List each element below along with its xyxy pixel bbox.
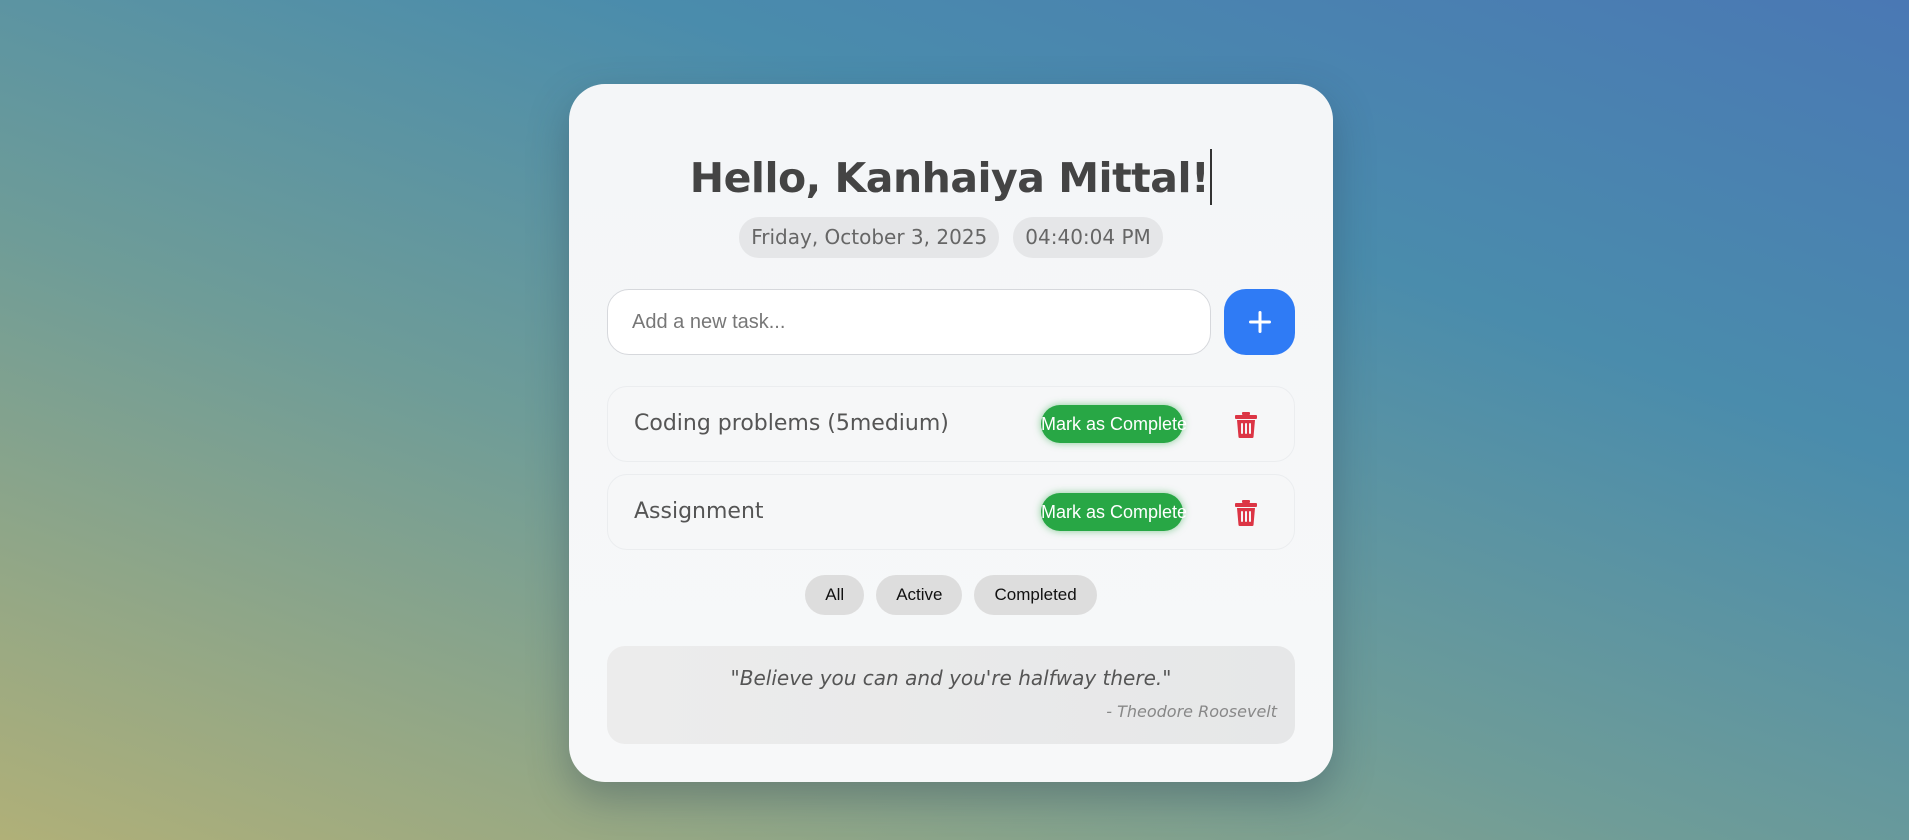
task-label: Coding problems (5medium): [634, 411, 949, 436]
date-badge: Friday, October 3, 2025: [739, 217, 1000, 258]
filter-all-button[interactable]: All: [805, 575, 865, 615]
task-item: Assignment Mark as Complete: [607, 474, 1295, 550]
mark-complete-button[interactable]: Mark as Complete: [1041, 405, 1187, 443]
quote-author: - Theodore Roosevelt: [1106, 702, 1277, 721]
plus-icon: [1248, 311, 1271, 333]
trash-icon[interactable]: [1235, 412, 1257, 438]
new-task-input[interactable]: [607, 289, 1211, 355]
filter-completed-button[interactable]: Completed: [974, 575, 1097, 615]
quote-box: "Believe you can and you're halfway ther…: [607, 646, 1295, 744]
text-cursor: [1210, 149, 1213, 205]
mark-complete-button[interactable]: Mark as Complete: [1041, 493, 1187, 531]
add-task-button[interactable]: [1224, 289, 1295, 355]
greeting-text: Hello, Kanhaiya Mittal!: [689, 154, 1210, 202]
task-label: Assignment: [634, 499, 764, 524]
todo-card: Hello, Kanhaiya Mittal! Friday, October …: [569, 84, 1333, 782]
filter-bar: All Active Completed: [569, 575, 1333, 615]
trash-icon[interactable]: [1235, 500, 1257, 526]
datetime-row: Friday, October 3, 2025 04:40:04 PM: [569, 217, 1333, 258]
task-item: Coding problems (5medium) Mark as Comple…: [607, 386, 1295, 462]
time-badge: 04:40:04 PM: [1013, 217, 1163, 258]
greeting-heading: Hello, Kanhaiya Mittal!: [569, 149, 1333, 205]
quote-text: "Believe you can and you're halfway ther…: [730, 666, 1172, 690]
filter-active-button[interactable]: Active: [876, 575, 963, 615]
